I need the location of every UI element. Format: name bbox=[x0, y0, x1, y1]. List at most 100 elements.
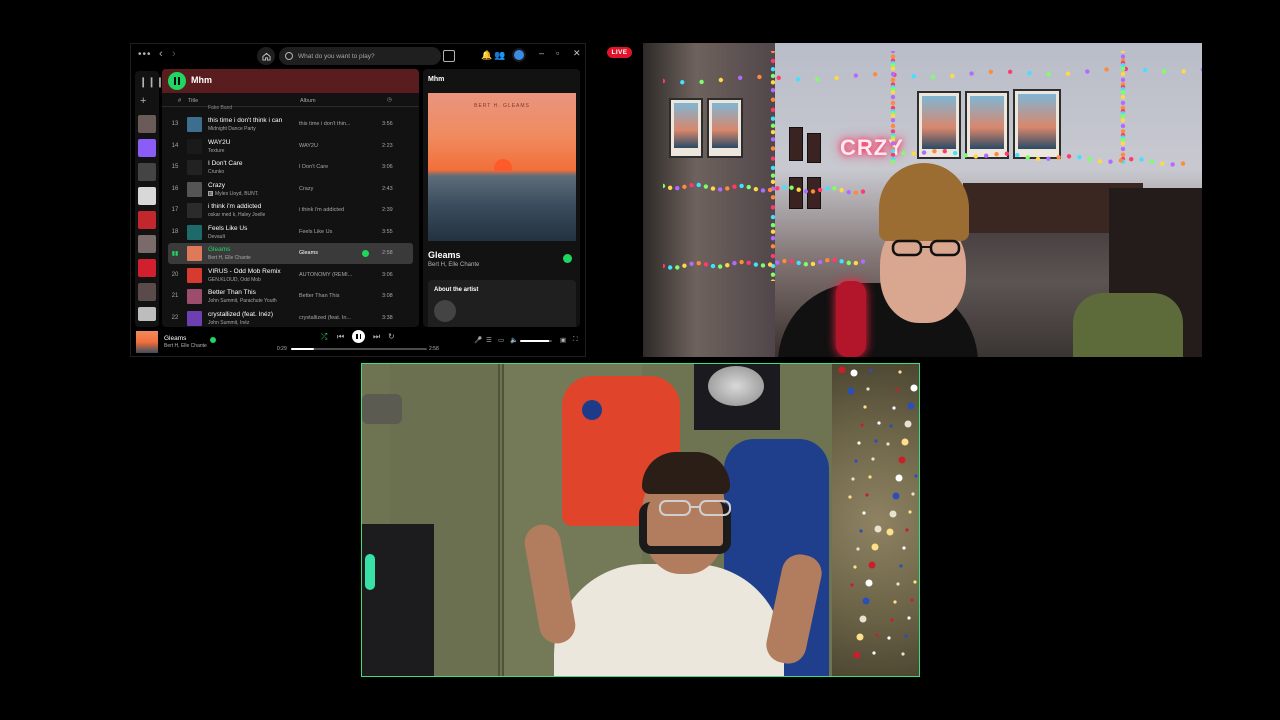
track-album[interactable]: Crazy bbox=[299, 186, 313, 192]
saved-check-icon[interactable] bbox=[210, 337, 216, 343]
menu-icon[interactable]: ••• bbox=[138, 49, 152, 60]
light-bulb bbox=[1120, 105, 1126, 111]
track-artist[interactable]: John Summit, Inéz bbox=[208, 320, 249, 326]
track-row[interactable]: 16 Crazy E Myles Lloyd, BUNT. Crazy 2:43 bbox=[168, 179, 413, 200]
track-album[interactable]: this time i don't thin... bbox=[299, 121, 351, 127]
browse-icon[interactable] bbox=[443, 50, 455, 62]
ornament bbox=[904, 634, 908, 638]
track-artist[interactable]: oskar med k, Haley Joelle bbox=[208, 212, 265, 218]
track-artist[interactable]: Crunko bbox=[208, 169, 224, 175]
pause-button[interactable] bbox=[168, 72, 186, 90]
track-artist[interactable]: Devault bbox=[208, 234, 225, 240]
track-album[interactable]: Feels Like Us bbox=[299, 229, 332, 235]
bell-icon[interactable]: 🔔 bbox=[481, 50, 492, 61]
home-button[interactable] bbox=[257, 47, 275, 65]
track-album[interactable]: i think i'm addicted bbox=[299, 207, 344, 213]
minimize-icon[interactable]: – bbox=[539, 48, 544, 58]
previous-icon[interactable]: ⏮ bbox=[337, 332, 344, 342]
track-artist[interactable]: Midnight Dance Party bbox=[208, 126, 256, 132]
close-icon[interactable]: ✕ bbox=[573, 48, 581, 59]
track-row[interactable]: 17 i think i'm addicted oskar med k, Haley… bbox=[168, 200, 413, 221]
volume-icon[interactable]: 🔈 bbox=[510, 336, 518, 344]
ornament bbox=[856, 547, 860, 551]
library-icon[interactable]: ❙❙❙ bbox=[139, 77, 164, 88]
track-row[interactable]: 18 Feels Like Us Devault Feels Like Us 3:55 bbox=[168, 222, 413, 243]
track-title[interactable]: Better Than This bbox=[208, 289, 256, 296]
track-title[interactable]: Feels Like Us bbox=[208, 225, 247, 232]
library-item[interactable] bbox=[138, 283, 156, 301]
back-arrow-icon[interactable]: ‹ bbox=[159, 48, 163, 60]
maximize-icon[interactable]: ▫ bbox=[556, 48, 559, 58]
track-cover bbox=[187, 138, 202, 154]
track-title[interactable]: crystallized (feat. Inéz) bbox=[208, 311, 273, 318]
track-row[interactable]: 22 crystallized (feat. Inéz) John Summit, … bbox=[168, 308, 413, 328]
track-album[interactable]: crystallized (feat. In... bbox=[299, 315, 351, 321]
library-item[interactable] bbox=[138, 187, 156, 205]
track-row[interactable]: 15 I Don't Care Crunko I Don't Care 3:06 bbox=[168, 157, 413, 178]
track-album[interactable]: Gleams bbox=[299, 250, 318, 256]
light-bulb bbox=[890, 58, 896, 63]
library-item[interactable] bbox=[138, 307, 156, 321]
track-row[interactable]: ▮▮ Gleams Bert H, Elle Chante Gleams 2:58 bbox=[168, 243, 413, 264]
repeat-icon[interactable]: ↻ bbox=[388, 332, 395, 341]
track-album[interactable]: WAY2U bbox=[299, 143, 318, 149]
col-title[interactable]: Title bbox=[188, 98, 198, 104]
library-item[interactable] bbox=[138, 139, 156, 157]
track-album[interactable]: I Don't Care bbox=[299, 164, 328, 170]
shuffle-icon[interactable]: ⤮ bbox=[321, 332, 327, 342]
track-title[interactable]: VIRUS - Odd Mob Remix bbox=[208, 268, 281, 275]
saved-check-icon[interactable] bbox=[362, 250, 369, 257]
fullscreen-icon[interactable]: ⛶ bbox=[573, 336, 578, 344]
next-icon[interactable]: ⏭ bbox=[373, 332, 380, 342]
forward-arrow-icon[interactable]: › bbox=[172, 48, 176, 60]
miniplayer-icon[interactable]: ▣ bbox=[560, 336, 566, 344]
friends-icon[interactable]: 👥 bbox=[494, 50, 505, 61]
connect-device-icon[interactable]: ▭ bbox=[498, 336, 504, 344]
track-title[interactable]: WAY2U bbox=[208, 139, 230, 146]
saved-check-icon[interactable] bbox=[563, 254, 572, 263]
player-artist[interactable]: Bert H, Elle Chante bbox=[164, 343, 207, 349]
track-title[interactable]: I Don't Care bbox=[208, 160, 242, 167]
player-cover[interactable] bbox=[136, 331, 158, 353]
queue-icon[interactable]: ☰ bbox=[486, 336, 492, 344]
track-title[interactable]: this time i don't think i can bbox=[208, 117, 282, 124]
about-artist-card[interactable]: About the artist bbox=[428, 280, 576, 327]
track-row[interactable]: 20 VIRUS - Odd Mob Remix GEN.KLOUD, Odd Mo… bbox=[168, 265, 413, 286]
now-playing-artist[interactable]: Bert H, Elle Chante bbox=[428, 262, 479, 268]
track-album[interactable]: AUTONOMY (REMI... bbox=[299, 272, 352, 278]
track-artist-text: Crunko bbox=[208, 169, 225, 175]
ornament bbox=[910, 598, 914, 602]
player-song[interactable]: Gleams bbox=[164, 335, 186, 342]
track-title[interactable]: Gleams bbox=[208, 246, 230, 253]
wall-poster bbox=[917, 91, 961, 159]
now-playing-song[interactable]: Gleams bbox=[428, 250, 461, 260]
pause-button[interactable] bbox=[352, 330, 365, 343]
track-row[interactable]: 21 Better Than This John Summit, Parachute… bbox=[168, 286, 413, 307]
library-item[interactable] bbox=[138, 211, 156, 229]
track-title[interactable]: i think i'm addicted bbox=[208, 203, 261, 210]
col-album[interactable]: Album bbox=[300, 98, 316, 104]
avatar[interactable] bbox=[512, 48, 526, 62]
track-artist[interactable]: E Myles Lloyd, BUNT. bbox=[208, 190, 259, 197]
track-cover bbox=[187, 224, 202, 240]
track-title[interactable]: Crazy bbox=[208, 182, 225, 189]
volume-slider[interactable] bbox=[520, 340, 552, 342]
library-item[interactable] bbox=[138, 163, 156, 181]
library-item[interactable] bbox=[138, 259, 156, 277]
light-bulb bbox=[872, 72, 878, 77]
track-album[interactable]: Better Than This bbox=[299, 293, 339, 299]
library-item[interactable] bbox=[138, 235, 156, 253]
track-row[interactable]: 14 WAY2U Texture WAY2U 2:23 bbox=[168, 136, 413, 157]
light-bulb bbox=[776, 75, 781, 81]
track-artist[interactable]: John Summit, Parachute Youth bbox=[208, 298, 277, 304]
track-row[interactable]: 13 this time i don't think i can Midnight … bbox=[168, 114, 413, 135]
track-artist[interactable]: Bert H, Elle Chante bbox=[208, 255, 251, 261]
track-artist[interactable]: Texture bbox=[208, 148, 224, 154]
add-icon[interactable]: + bbox=[140, 95, 146, 107]
search-input[interactable]: What do you want to play? bbox=[279, 47, 441, 65]
library-item[interactable] bbox=[138, 115, 156, 133]
wall-frame bbox=[807, 133, 821, 163]
track-artist[interactable]: GEN.KLOUD, Odd Mob bbox=[208, 277, 261, 283]
progress-bar[interactable] bbox=[291, 348, 427, 350]
lyrics-icon[interactable]: 🎤 bbox=[474, 336, 482, 344]
